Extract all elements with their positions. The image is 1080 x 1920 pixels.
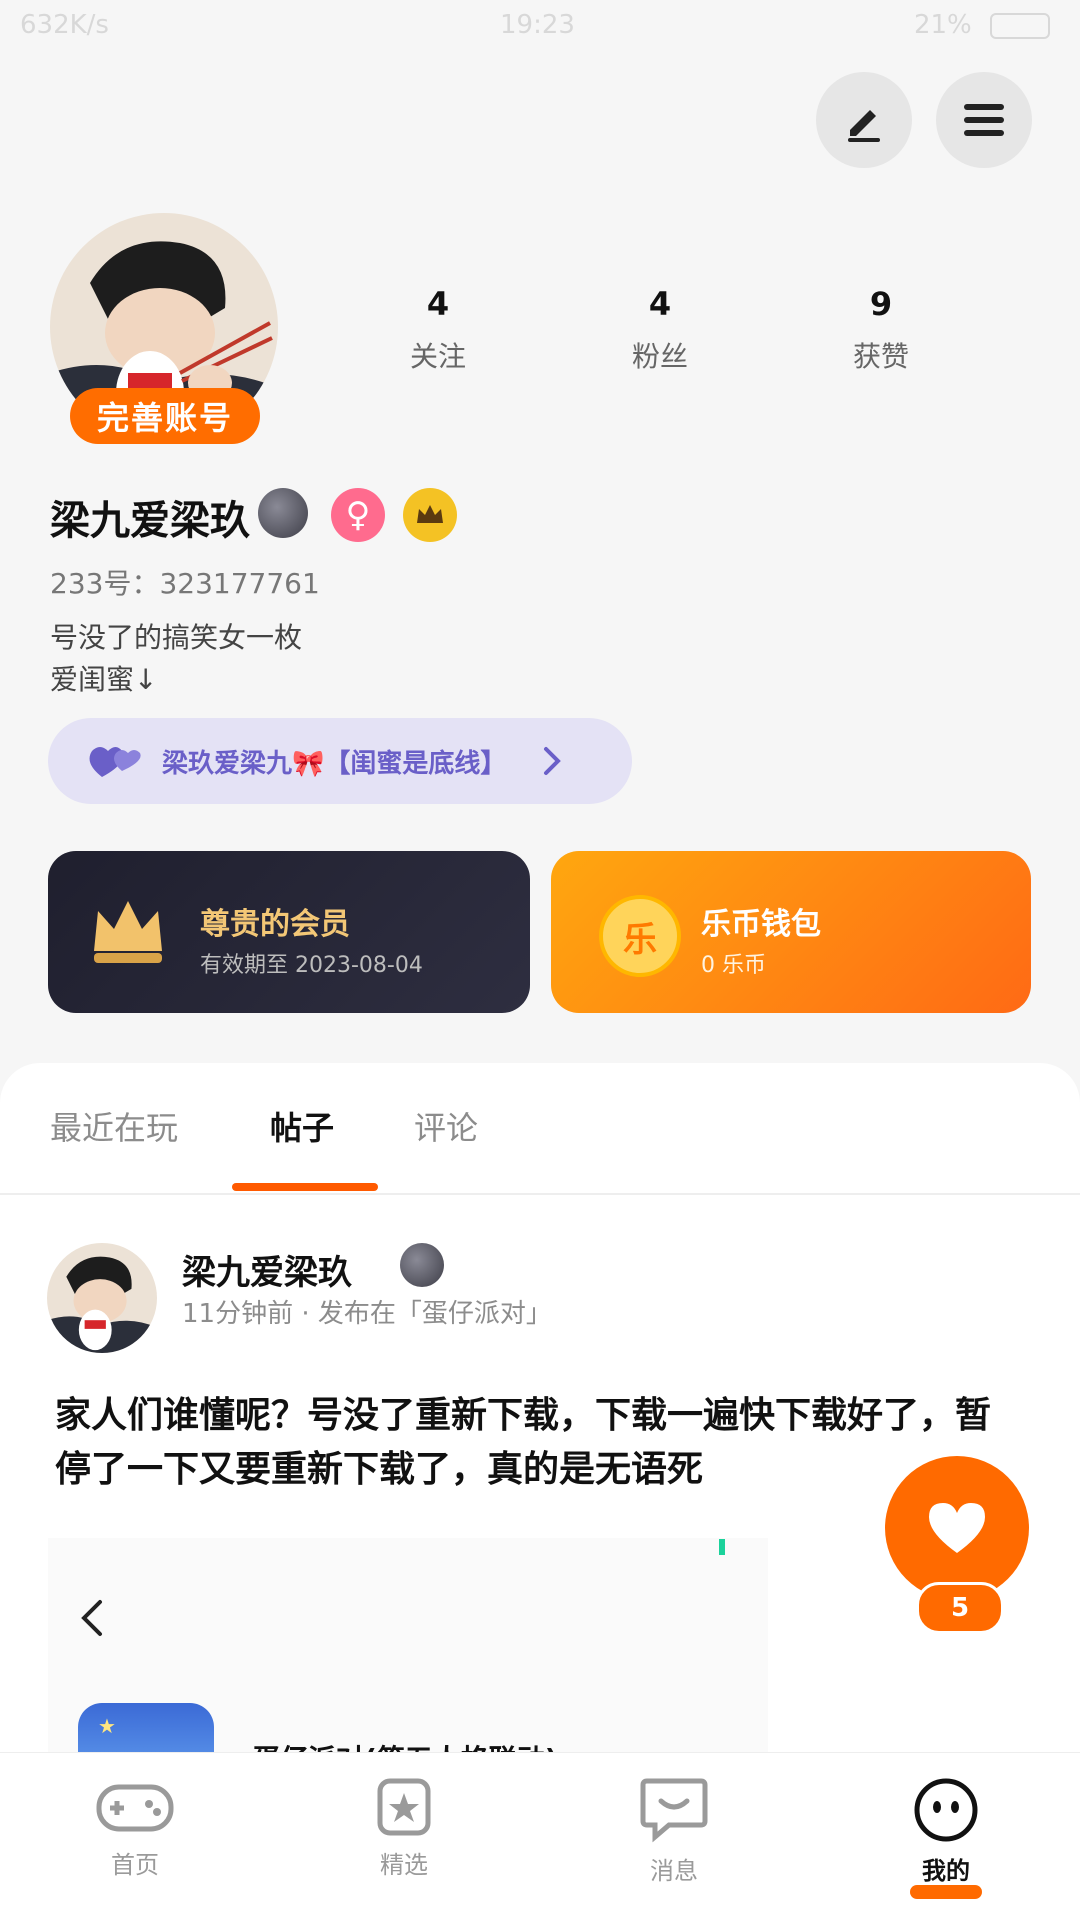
like-button[interactable]: [885, 1456, 1029, 1600]
menu-button[interactable]: [936, 72, 1032, 168]
female-icon: ♀: [331, 488, 385, 542]
vip-expiry: 有效期至 2023-08-04: [200, 953, 423, 978]
hearts-icon: [89, 747, 141, 777]
nav-featured[interactable]: 精选: [334, 1777, 474, 1880]
post-author-avatar[interactable]: [47, 1243, 157, 1353]
wallet-title: 乐币钱包: [701, 907, 821, 942]
tab-active-indicator: [232, 1183, 378, 1191]
complete-account-button[interactable]: 完善账号: [70, 388, 260, 444]
crown-badge-icon[interactable]: [403, 488, 457, 542]
battery-status: 21%: [914, 10, 1050, 40]
user-id: 233号：323177761: [50, 567, 320, 600]
vip-card[interactable]: 尊贵的会员 有效期至 2023-08-04: [48, 851, 530, 1013]
crown-icon: [417, 505, 443, 523]
tab-recent-played[interactable]: 最近在玩: [50, 1103, 178, 1149]
nav-mine[interactable]: 我的: [876, 1777, 1016, 1899]
message-icon: [640, 1778, 708, 1843]
fans-count: 4: [648, 285, 672, 323]
tab-divider: [0, 1193, 1080, 1195]
coin-icon: 乐: [599, 895, 681, 977]
post-meta: 11分钟前 · 发布在「蛋仔派对」: [182, 1299, 552, 1329]
like-count: 5: [916, 1582, 1004, 1634]
post-author-name[interactable]: 梁九爱梁玖: [182, 1245, 352, 1294]
bestie-link[interactable]: 梁玖爱梁九🎀【闺蜜是底线】: [48, 718, 632, 804]
battery-icon: [990, 12, 1050, 39]
following-label: 关注: [409, 340, 466, 373]
gold-crown-icon: [94, 901, 162, 963]
nav-mine-label: 我的: [922, 1857, 970, 1885]
chevron-left-icon[interactable]: [78, 1598, 106, 1638]
smile-icon: [914, 1778, 978, 1842]
battery-percent: 21%: [913, 10, 972, 40]
bestie-link-text: 梁玖爱梁九🎀【闺蜜是底线】: [162, 748, 507, 779]
pencil-icon: [848, 110, 880, 142]
post-text[interactable]: 家人们谁懂呢？号没了重新下载，下载一遍快下载好了，暂停了一下又要重新下载了，真的…: [55, 1389, 1025, 1497]
status-bar: 632K/s 19:23 21%: [0, 0, 1080, 52]
heart-icon: [929, 1503, 985, 1553]
nav-home[interactable]: 首页: [65, 1777, 205, 1880]
moon-emoji-icon: [400, 1243, 444, 1287]
chevron-right-icon: [544, 747, 562, 775]
gamepad-icon: [96, 1784, 174, 1832]
nav-messages[interactable]: 消息: [604, 1777, 744, 1886]
network-speed: 632K/s: [20, 10, 109, 40]
star-icon: [377, 1778, 431, 1836]
tab-comments[interactable]: 评论: [414, 1103, 478, 1149]
stat-following[interactable]: 4 关注: [358, 285, 518, 375]
likes-label: 获赞: [852, 340, 909, 373]
nav-home-label: 首页: [111, 1851, 159, 1879]
likes-count: 9: [869, 285, 893, 323]
wallet-card[interactable]: 乐 乐币钱包 0 乐币: [551, 851, 1031, 1013]
wallet-balance: 0 乐币: [701, 953, 766, 978]
username: 梁九爱梁玖: [50, 498, 250, 544]
bottom-nav: 首页 精选 消息 我的: [0, 1752, 1080, 1920]
svg-text:★: ★: [98, 1714, 116, 1738]
nav-active-indicator: [910, 1885, 982, 1899]
post-avatar-illustration: [47, 1243, 157, 1353]
moon-emoji-icon: [258, 488, 308, 538]
edit-button[interactable]: [816, 72, 912, 168]
bio-line-2: 爱闺蜜↓: [50, 663, 158, 696]
stat-fans[interactable]: 4 粉丝: [580, 285, 740, 375]
progress-indicator: [719, 1539, 725, 1555]
vip-title: 尊贵的会员: [200, 907, 350, 942]
fans-label: 粉丝: [631, 340, 688, 373]
bio-line-1: 号没了的搞笑女一枚: [50, 621, 303, 654]
following-count: 4: [426, 285, 450, 323]
stat-likes[interactable]: 9 获赞: [801, 285, 961, 375]
tab-posts[interactable]: 帖子: [270, 1103, 334, 1149]
status-time: 19:23: [500, 10, 575, 40]
nav-featured-label: 精选: [380, 1851, 428, 1879]
hamburger-icon: [964, 104, 1004, 136]
nav-messages-label: 消息: [650, 1857, 698, 1885]
